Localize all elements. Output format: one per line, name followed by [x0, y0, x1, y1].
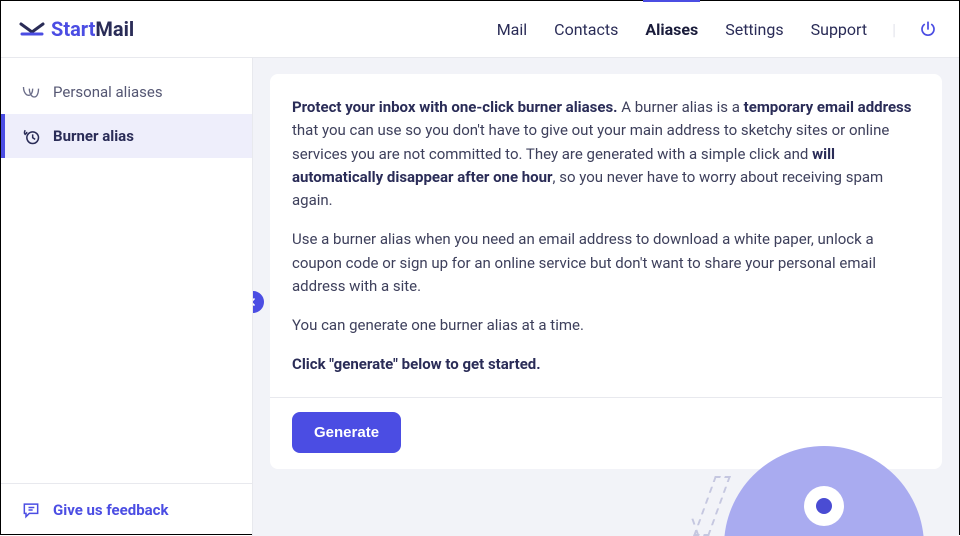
power-icon[interactable] [919, 20, 937, 38]
generate-button[interactable]: Generate [292, 412, 401, 453]
intro-bold-2: temporary email address [744, 98, 912, 116]
intro-paragraph-2: Use a burner alias when you need an emai… [292, 228, 920, 298]
main-nav: Mail Contacts Aliases Settings Support [495, 2, 869, 57]
feedback-icon [21, 500, 41, 520]
burner-icon [21, 126, 41, 146]
logo-text-mail: Mail [95, 17, 134, 41]
nav-settings[interactable]: Settings [723, 2, 785, 57]
sidebar-item-label: Burner alias [53, 127, 134, 145]
nav-aliases[interactable]: Aliases [643, 0, 700, 57]
header-nav: Mail Contacts Aliases Settings Support | [495, 2, 937, 57]
nav-contacts[interactable]: Contacts [552, 2, 620, 57]
masks-icon [21, 82, 41, 102]
intro-text: that you can use so you don't have to gi… [292, 121, 889, 162]
header: StartMail Mail Contacts Aliases Settings… [1, 1, 959, 58]
intro-bold-1: Protect your inbox with one-click burner… [292, 98, 618, 116]
sidebar: Personal aliases Burner alias Give us fe… [1, 58, 253, 536]
collapse-sidebar-button[interactable] [253, 291, 264, 313]
sidebar-item-label: Personal aliases [53, 83, 163, 101]
card-body: Protect your inbox with one-click burner… [270, 74, 942, 397]
main-content: Protect your inbox with one-click burner… [253, 58, 959, 536]
nav-support[interactable]: Support [809, 2, 869, 57]
envelope-icon [19, 20, 45, 38]
card-footer: Generate [270, 397, 942, 469]
feedback-link[interactable]: Give us feedback [1, 483, 252, 536]
intro-paragraph-1: Protect your inbox with one-click burner… [292, 96, 920, 212]
logo[interactable]: StartMail [19, 17, 134, 41]
feedback-label: Give us feedback [53, 501, 169, 519]
intro-paragraph-3: You can generate one burner alias at a t… [292, 314, 920, 337]
burner-info-card: Protect your inbox with one-click burner… [270, 74, 942, 469]
intro-text: A burner alias is a [618, 98, 744, 116]
sidebar-personal-aliases[interactable]: Personal aliases [1, 70, 252, 114]
intro-paragraph-4: Click "generate" below to get started. [292, 353, 920, 376]
nav-mail[interactable]: Mail [495, 2, 529, 57]
sidebar-burner-alias[interactable]: Burner alias [1, 114, 252, 158]
logo-text-start: Start [51, 17, 95, 41]
intro-bold-4: Click "generate" below to get started. [292, 355, 541, 373]
nav-divider: | [892, 20, 896, 39]
